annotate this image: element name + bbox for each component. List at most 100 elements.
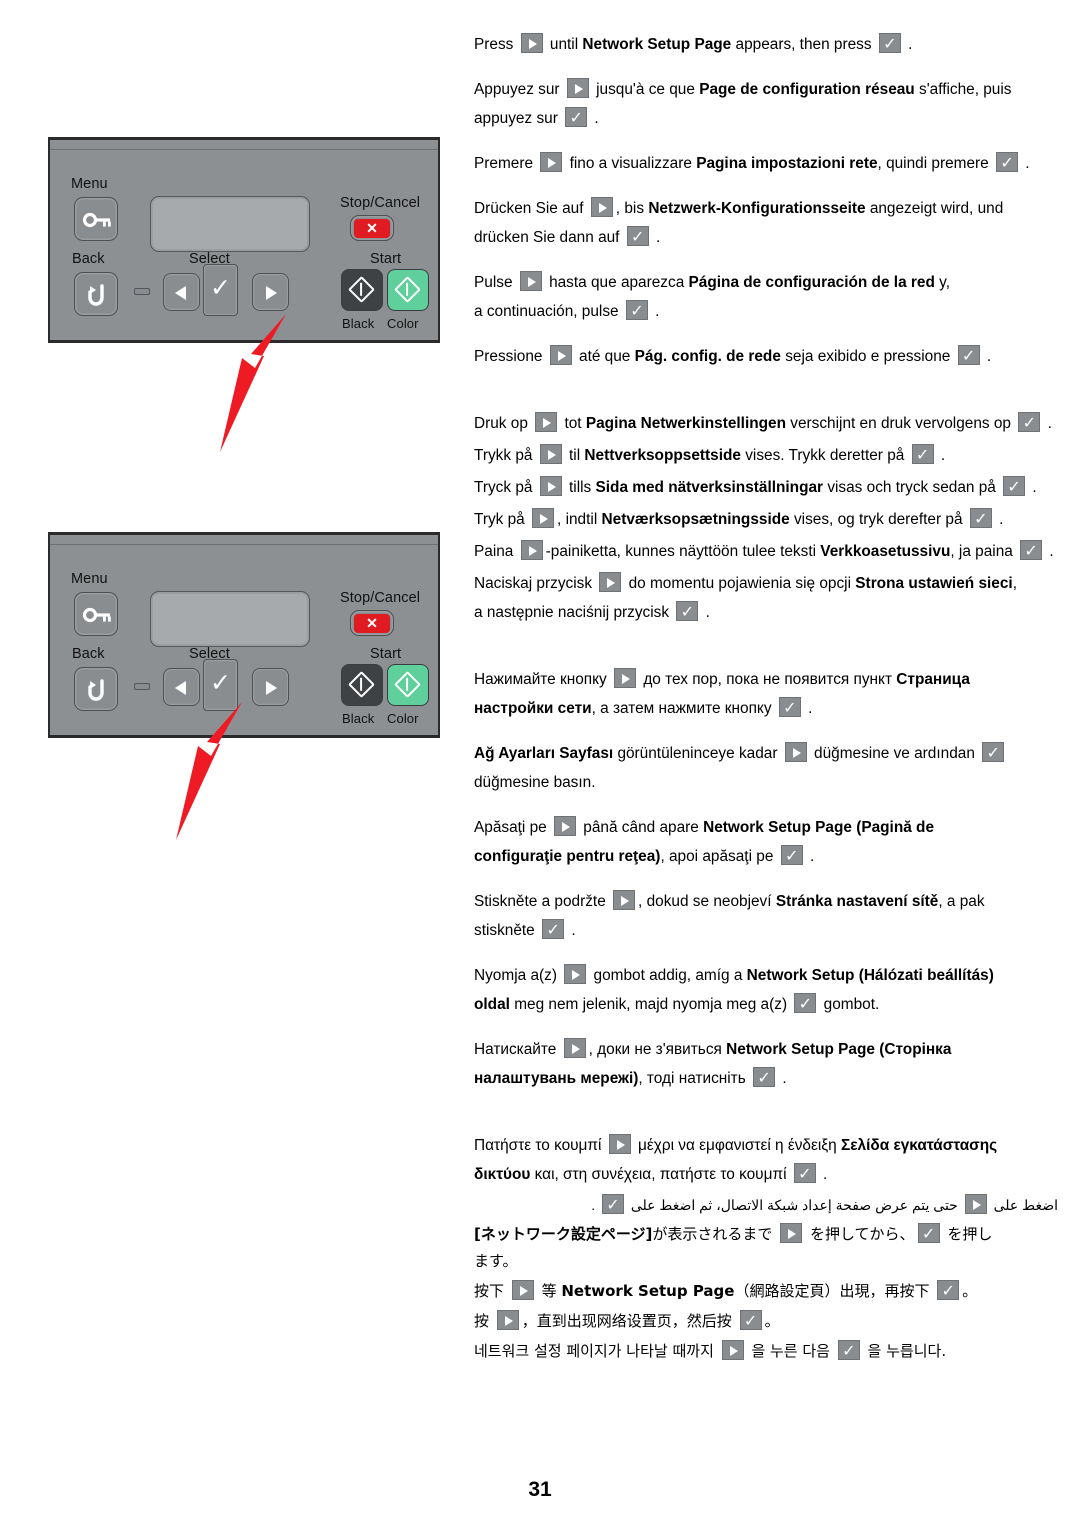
- instruction-fi: Paina -painiketta, kunnes näyttöön tulee…: [474, 537, 1058, 566]
- check-key-icon: ✓: [625, 300, 648, 320]
- back-arrow-icon: [88, 284, 104, 306]
- instruction-da: Tryk på , indtil Netværksopsætningsside …: [474, 505, 1058, 534]
- select-cluster: ✓: [163, 264, 289, 317]
- text-post: , quindi premere: [877, 155, 989, 172]
- text-line2: düğmesine basın.: [474, 774, 596, 791]
- instruction-ko: 네트워크 설정 페이지가 나타날 때까지 을 누른 다음 ✓ 을 누릅니다.: [474, 1338, 1058, 1365]
- right-arrow-key-icon: [554, 816, 577, 836]
- stop-cancel-button[interactable]: ✕: [350, 215, 394, 241]
- text-post: y,: [939, 274, 950, 291]
- right-arrow-key-icon: [519, 271, 542, 291]
- start-diamond-icon: [348, 276, 375, 303]
- stop-cancel-label: Stop/Cancel: [340, 590, 421, 606]
- start-black-button[interactable]: [341, 664, 383, 706]
- check-key-icon: ✓: [1020, 540, 1043, 560]
- text-end: .: [705, 604, 710, 621]
- text-bold: Page de configuration réseau: [699, 81, 915, 98]
- check-key-icon: ✓: [969, 508, 992, 528]
- text-mid: 等: [541, 1282, 557, 1300]
- panel-indicator-dash: [134, 683, 150, 690]
- check-icon: ✓: [210, 668, 231, 697]
- text-mid: until: [549, 36, 579, 53]
- black-label: Black: [342, 711, 375, 726]
- text-mid: do momentu pojawienia się opcji: [628, 575, 852, 592]
- start-color-button[interactable]: [387, 664, 429, 706]
- text-pre: Druk op: [474, 415, 528, 432]
- text-pre: 네트워크 설정 페이지가 나타날 때까지: [474, 1342, 714, 1360]
- menu-button[interactable]: [74, 197, 118, 241]
- right-arrow-key-icon: [520, 33, 543, 53]
- menu-button[interactable]: [74, 592, 118, 636]
- right-arrow-button[interactable]: [252, 668, 289, 706]
- text-pre: اضغط على: [993, 1197, 1058, 1213]
- start-color-button[interactable]: [387, 269, 429, 311]
- text-mid: , indtil: [557, 511, 598, 528]
- text-pre: Premere: [474, 155, 534, 172]
- check-key-icon: ✓: [626, 226, 649, 246]
- text-mid: hasta que aparezca: [549, 274, 685, 291]
- control-panel-illustration-1: Menu Stop/Cancel ✕ Back Select ✓ Start B…: [48, 137, 440, 343]
- text-end: を押し: [947, 1225, 993, 1243]
- text-post: visas och tryck sedan på: [827, 479, 996, 496]
- back-button[interactable]: [74, 667, 118, 711]
- start-diamond-icon: [394, 276, 421, 303]
- text-mid: até que: [579, 348, 631, 365]
- page-number: 31: [528, 1478, 552, 1501]
- text-post: angezeigt wird, und: [869, 200, 1004, 217]
- check-key-icon: ✓: [837, 1340, 860, 1360]
- instruction-sv: Tryck på tills Sida med nätverksinställn…: [474, 473, 1058, 502]
- back-label: Back: [72, 646, 105, 662]
- text-bold: Pagina Netwerkinstellingen: [585, 415, 786, 432]
- text-mid: fino a visualizzare: [569, 155, 692, 172]
- back-label: Back: [72, 251, 105, 267]
- lcd-display: [150, 196, 310, 252]
- text-end: 。: [764, 1312, 780, 1330]
- right-arrow-key-icon: [496, 1310, 519, 1330]
- text-pre: Натискайте: [474, 1041, 557, 1058]
- stop-cancel-button[interactable]: ✕: [350, 610, 394, 636]
- start-black-button[interactable]: [341, 269, 383, 311]
- check-key-icon: ✓: [878, 33, 901, 53]
- lcd-display: [150, 591, 310, 647]
- start-diamond-icon: [394, 671, 421, 698]
- instruction-cs: Stiskněte a podržte , dokud se neobjeví …: [474, 887, 1058, 945]
- right-arrow-key-icon: [566, 78, 589, 98]
- text-mid: görüntüleninceye kadar: [617, 745, 778, 762]
- instruction-pt: Pressione até que Pág. config. de rede s…: [474, 342, 1058, 371]
- text-line2: a continuación, pulse: [474, 303, 619, 320]
- right-arrow-button[interactable]: [252, 273, 289, 311]
- text-mid: , dokud se neobjeví: [638, 893, 772, 910]
- back-button[interactable]: [74, 272, 118, 316]
- select-check-button[interactable]: ✓: [203, 264, 238, 316]
- text-bold: Ağ Ayarları Sayfası: [474, 745, 614, 762]
- text-bold: Stránka nastavení sítě: [775, 893, 939, 910]
- text-end: .: [908, 36, 913, 53]
- left-arrow-icon: [175, 681, 186, 695]
- instruction-ja: [ネットワーク設定ページ]が表示されるまで を押してから、 ✓ を押し ます。: [474, 1221, 1058, 1275]
- text-pre: Stiskněte a podržte: [474, 893, 606, 910]
- back-arrow-icon: [88, 679, 104, 701]
- right-arrow-key-icon: [608, 1134, 631, 1154]
- text-post: και, στη συνέχεια, πατήστε το κουμπί: [534, 1166, 787, 1183]
- text-bold2: δικτύου: [474, 1166, 531, 1183]
- left-arrow-button[interactable]: [163, 273, 200, 311]
- text-post: , a pak: [938, 893, 985, 910]
- text-line2: a następnie naciśnij przycisk: [474, 604, 670, 621]
- text-mid: până când apare: [583, 819, 699, 836]
- left-arrow-icon: [175, 286, 186, 300]
- menu-label: Menu: [71, 176, 108, 192]
- text-end: .: [1025, 155, 1030, 172]
- check-key-icon: ✓: [982, 742, 1005, 762]
- right-arrow-key-icon: [599, 572, 622, 592]
- text-post: vises. Trykk deretter på: [745, 447, 905, 464]
- text-pre: Press: [474, 36, 514, 53]
- check-key-icon: ✓: [1003, 476, 1026, 496]
- text-pre: Naciskaj przycisk: [474, 575, 593, 592]
- text-post: , тоді натисніть: [638, 1070, 746, 1087]
- left-arrow-button[interactable]: [163, 668, 200, 706]
- text-post: vises, og tryk derefter på: [793, 511, 963, 528]
- text-bold2: налаштувань мережі): [474, 1070, 639, 1087]
- instruction-ro: Apăsaţi pe până când apare Network Setup…: [474, 813, 1058, 871]
- instruction-ar: اضغط على حتى يتم عرض صفحة إعداد شبكة الا…: [474, 1192, 1058, 1218]
- select-check-button[interactable]: ✓: [203, 659, 238, 711]
